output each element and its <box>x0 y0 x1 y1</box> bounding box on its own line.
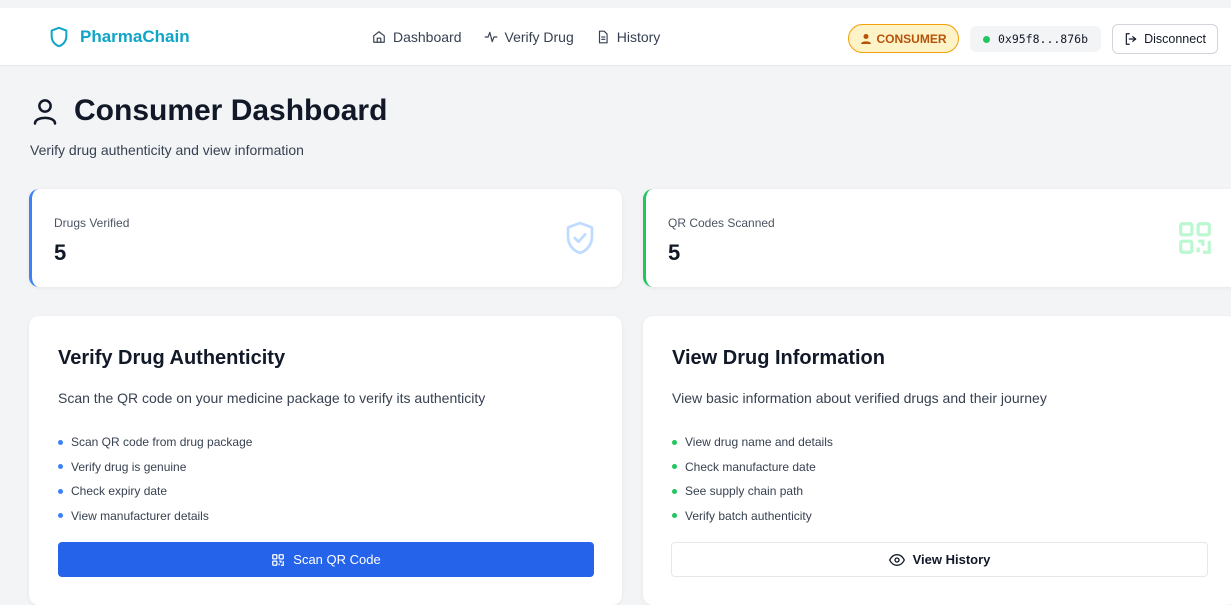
bullet-dot-icon <box>58 513 63 519</box>
page-title-text: Consumer Dashboard <box>74 94 388 127</box>
main-nav: Dashboard Verify Drug History <box>372 29 660 45</box>
shield-check-icon <box>566 221 594 255</box>
top-navbar: PharmaChain Dashboard Verify Drug Histor… <box>0 8 1231 66</box>
nav-verify-drug[interactable]: Verify Drug <box>484 29 574 45</box>
bullet-dot-icon <box>58 488 63 494</box>
card-description: View basic information about verified dr… <box>672 390 1047 406</box>
stat-label: Drugs Verified <box>54 216 130 230</box>
nav-history[interactable]: History <box>596 29 661 45</box>
list-item: Check manufacture date <box>672 455 833 480</box>
shield-logo-icon <box>50 26 68 48</box>
page-title: Consumer Dashboard <box>30 94 387 128</box>
disconnect-button[interactable]: Disconnect <box>1112 24 1218 54</box>
user-icon <box>861 33 872 44</box>
role-label: CONSUMER <box>876 31 947 46</box>
bullet-dot-icon <box>672 464 677 470</box>
page-subtitle: Verify drug authenticity and view inform… <box>30 142 304 158</box>
list-item: Check expiry date <box>58 479 252 504</box>
bullet-dot-icon <box>58 439 63 445</box>
qr-code-icon <box>272 553 285 566</box>
nav-history-label: History <box>616 29 661 45</box>
activity-icon <box>484 31 497 43</box>
wallet-address[interactable]: 0x95f8...876b <box>970 26 1101 52</box>
logout-icon <box>1125 33 1137 45</box>
wallet-address-text: 0x95f8...876b <box>997 32 1088 46</box>
list-item: View manufacturer details <box>58 504 252 529</box>
disconnect-label: Disconnect <box>1144 32 1206 46</box>
bullet-dot-icon <box>672 513 677 519</box>
stat-value: 5 <box>54 240 67 265</box>
home-icon <box>373 31 385 43</box>
card-title: Verify Drug Authenticity <box>58 347 286 369</box>
view-history-button[interactable]: View History <box>671 542 1208 577</box>
list-item: Verify batch authenticity <box>672 504 833 529</box>
bullet-dot-icon <box>58 464 63 470</box>
stat-label: QR Codes Scanned <box>668 216 775 230</box>
bullet-dot-icon <box>672 488 677 494</box>
file-text-icon <box>598 30 608 44</box>
drug-info-card: View Drug Information View basic informa… <box>643 316 1231 605</box>
nav-verify-drug-label: Verify Drug <box>504 29 574 45</box>
scan-qr-label: Scan QR Code <box>293 552 381 567</box>
stat-value: 5 <box>668 240 681 265</box>
connected-dot-icon <box>982 35 990 43</box>
feature-list: View drug name and details Check manufac… <box>672 430 833 528</box>
brand-logo[interactable]: PharmaChain <box>48 25 190 49</box>
card-title: View Drug Information <box>672 347 885 369</box>
stat-card-qr-scanned: QR Codes Scanned 5 <box>643 189 1231 287</box>
card-description: Scan the QR code on your medicine packag… <box>58 390 486 406</box>
view-history-label: View History <box>912 552 991 567</box>
nav-dashboard[interactable]: Dashboard <box>372 29 462 45</box>
bullet-dot-icon <box>672 439 677 445</box>
role-badge: CONSUMER <box>848 24 959 53</box>
user-outline-icon <box>33 99 57 125</box>
list-item: Scan QR code from drug package <box>58 430 252 455</box>
stat-card-drugs-verified: Drugs Verified 5 <box>29 189 622 287</box>
nav-dashboard-label: Dashboard <box>393 29 462 45</box>
scan-qr-button[interactable]: Scan QR Code <box>58 542 594 577</box>
qr-code-icon <box>1179 222 1211 254</box>
eye-icon <box>888 553 905 566</box>
list-item: Verify drug is genuine <box>58 455 252 480</box>
verify-drug-card: Verify Drug Authenticity Scan the QR cod… <box>29 316 622 605</box>
feature-list: Scan QR code from drug package Verify dr… <box>58 430 252 528</box>
brand-name: PharmaChain <box>80 27 190 46</box>
list-item: See supply chain path <box>672 479 833 504</box>
list-item: View drug name and details <box>672 430 833 455</box>
